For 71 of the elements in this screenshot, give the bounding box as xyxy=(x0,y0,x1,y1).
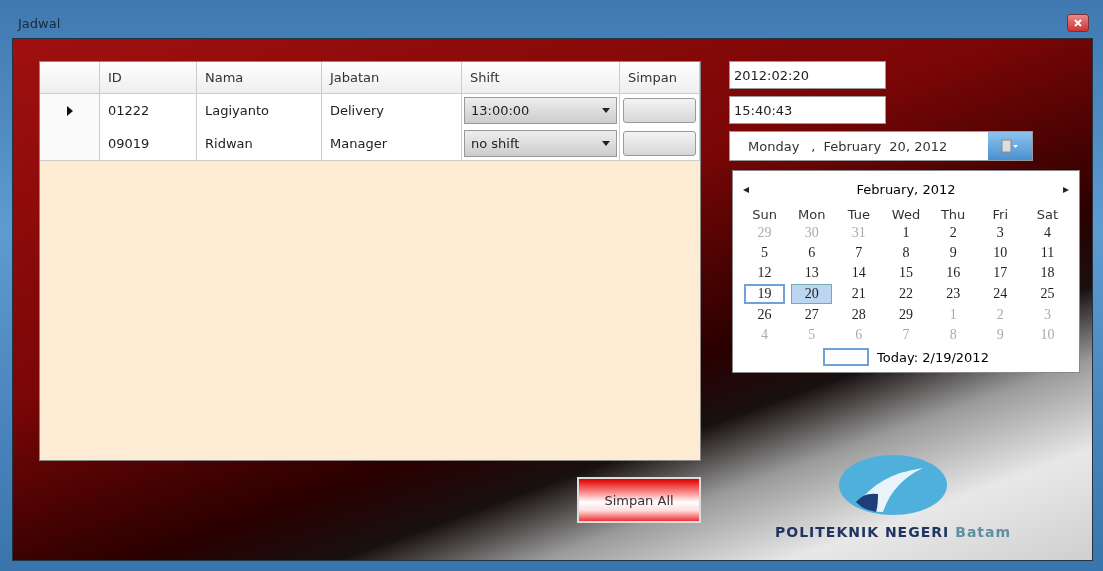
calendar-day[interactable]: 21 xyxy=(838,284,880,304)
calendar-day[interactable]: 11 xyxy=(1026,244,1068,262)
row-header[interactable] xyxy=(40,94,100,128)
logo-text: Batam xyxy=(955,524,1012,540)
calendar-day[interactable]: 10 xyxy=(979,244,1021,262)
time-field[interactable]: 15:40:43 xyxy=(729,96,886,124)
today-marker-icon xyxy=(823,348,870,366)
dropdown-arrow-icon xyxy=(602,108,610,113)
column-header[interactable]: Jabatan xyxy=(322,62,462,94)
calendar-day[interactable]: 18 xyxy=(1026,264,1068,282)
calendar-day[interactable]: 14 xyxy=(838,264,880,282)
calendar-day[interactable]: 5 xyxy=(744,244,786,262)
save-button[interactable] xyxy=(623,98,696,123)
dropdown-arrow-icon xyxy=(602,141,610,146)
calendar-day[interactable]: 4 xyxy=(1026,224,1068,242)
table-cell: 09019 xyxy=(100,127,197,161)
close-button[interactable] xyxy=(1067,14,1089,32)
window-title: Jadwal xyxy=(18,15,61,31)
corner-header xyxy=(40,62,100,94)
column-header[interactable]: Simpan xyxy=(620,62,700,94)
column-header[interactable]: ID xyxy=(100,62,197,94)
calendar-day[interactable]: 26 xyxy=(744,306,786,324)
weekday-label: Fri xyxy=(991,206,1009,222)
calendar-day[interactable]: 20 xyxy=(791,284,833,304)
calendar-button[interactable] xyxy=(988,132,1032,160)
calendar-day[interactable]: 9 xyxy=(932,244,974,262)
calendar-day[interactable]: 7 xyxy=(838,244,880,262)
calendar-day[interactable]: 16 xyxy=(932,264,974,282)
weekday-label: Sat xyxy=(1035,206,1060,222)
calendar-day[interactable]: 12 xyxy=(744,264,786,282)
today-link[interactable]: Today: 2/19/2012 xyxy=(877,349,989,365)
calendar-icon xyxy=(1001,139,1019,153)
calendar-day[interactable]: 17 xyxy=(979,264,1021,282)
weekday-label: Mon xyxy=(797,206,827,222)
table-cell: Manager xyxy=(322,127,462,161)
calendar-day[interactable]: 29 xyxy=(885,306,927,324)
shift-dropdown[interactable]: no shift xyxy=(464,130,617,157)
close-icon xyxy=(1074,19,1082,27)
calendar-day[interactable]: 13 xyxy=(791,264,833,282)
calendar-day[interactable]: 2 xyxy=(932,224,974,242)
calendar-day[interactable]: 27 xyxy=(791,306,833,324)
calendar-day[interactable]: 19 xyxy=(744,284,786,304)
shift-dropdown[interactable]: 13:00:00 xyxy=(464,97,617,124)
next-month-button[interactable]: ▸ xyxy=(1061,182,1071,196)
column-header[interactable]: Shift xyxy=(462,62,620,94)
calendar-day[interactable]: 28 xyxy=(838,306,880,324)
table-cell: Ridwan xyxy=(197,127,322,161)
weekday-label: Thu xyxy=(939,206,967,222)
row-header[interactable] xyxy=(40,127,100,161)
date-picker[interactable]: Monday , February 20, 2012 xyxy=(729,131,1033,161)
calendar-day[interactable]: 3 xyxy=(979,224,1021,242)
weekday-label: Tue xyxy=(846,206,871,222)
calendar-day[interactable]: 1 xyxy=(885,224,927,242)
weekday-label: Wed xyxy=(890,206,922,222)
calendar-day[interactable]: 8 xyxy=(885,244,927,262)
calendar-day[interactable]: 22 xyxy=(885,284,927,304)
calendar-day[interactable]: 24 xyxy=(979,284,1021,304)
calendar-day[interactable]: 25 xyxy=(1026,284,1068,304)
previous-month-button[interactable]: ◂ xyxy=(741,182,751,196)
logo-text: POLITEKNIK NEGERI xyxy=(775,524,950,540)
month-title: February, 2012 xyxy=(856,181,956,197)
calendar-day[interactable]: 23 xyxy=(932,284,974,304)
save-button[interactable] xyxy=(623,131,696,156)
date-field[interactable]: 2012:02:20 xyxy=(729,61,886,89)
calendar-day[interactable]: 15 xyxy=(885,264,927,282)
save-all-button[interactable]: Simpan All xyxy=(577,477,701,523)
column-header[interactable]: Nama xyxy=(197,62,322,94)
current-row-icon xyxy=(66,105,73,116)
logo-emblem-icon xyxy=(838,454,949,516)
weekday-label: Sun xyxy=(751,206,778,222)
calendar-day[interactable]: 6 xyxy=(791,244,833,262)
